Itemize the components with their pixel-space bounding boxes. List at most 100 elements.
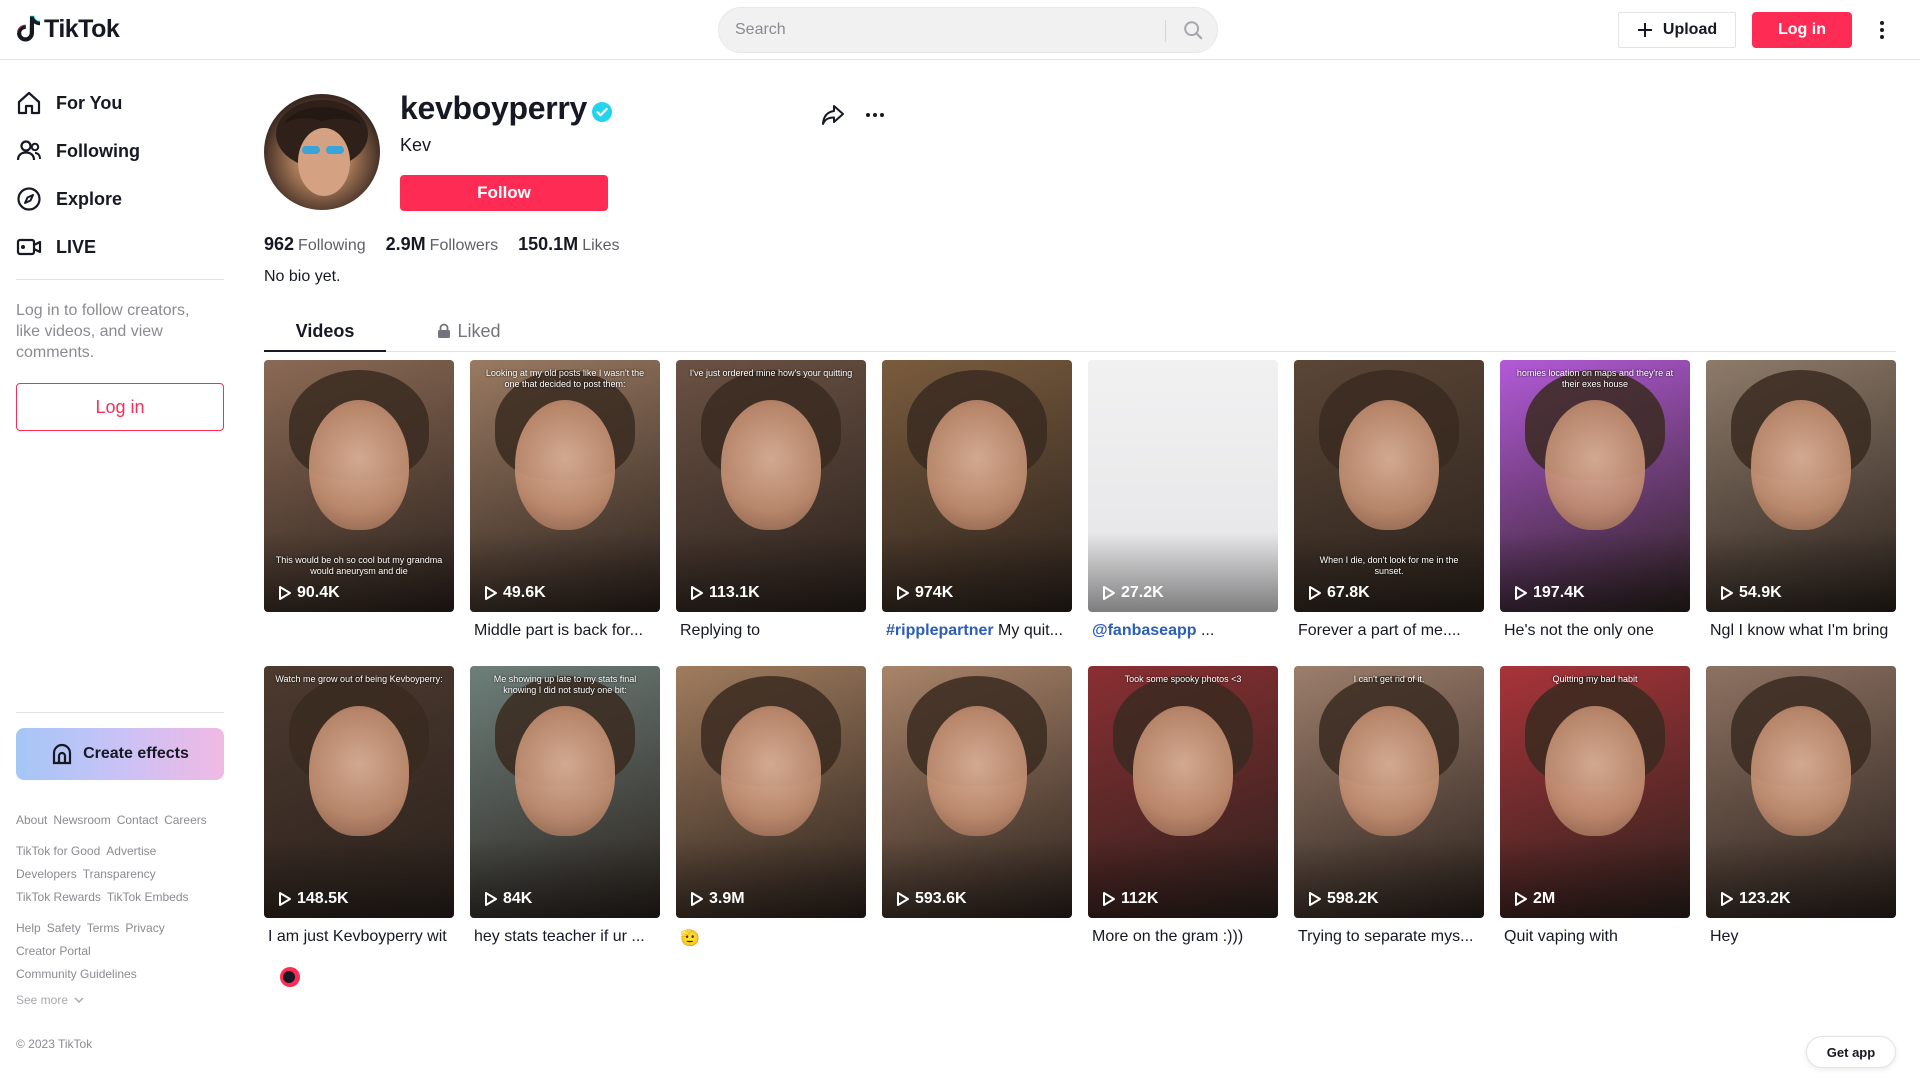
search-input[interactable] [735,8,1135,52]
video-thumbnail[interactable]: I can't get rid of it. 598.2K [1294,666,1484,918]
video-view-count: 84K [484,890,532,908]
sidebar-item-for-you[interactable]: For You [16,83,226,123]
footer-link-creator-portal[interactable]: Creator Portal [16,944,91,958]
sidebar-divider [16,712,224,713]
search-icon [1184,21,1203,40]
tab-videos[interactable]: Videos [264,312,386,350]
sidebar-item-following[interactable]: Following [16,131,226,171]
footer-link-about[interactable]: About [16,813,47,827]
upload-label: Upload [1662,21,1718,38]
video-caption[interactable]: Quit vaping with [1504,928,1688,946]
profile-tabs: Videos Liked [264,312,1896,352]
tiktok-logo[interactable]: TikTok [16,14,120,44]
profile-stats: 962 Following 2.9M Followers 150.1M Likes [264,234,620,255]
video-thumbnail[interactable]: homies location on maps and they're at t… [1500,360,1690,612]
video-thumbnail[interactable]: I've just ordered mine how's your quitti… [676,360,866,612]
video-overlay-text: This would be oh so cool but my grandma … [275,555,443,576]
video-thumbnail[interactable]: This would be oh so cool but my grandma … [264,360,454,612]
video-caption[interactable]: Middle part is back for... [474,622,658,640]
footer-link-tiktok-rewards[interactable]: TikTok Rewards [16,890,101,904]
profile-bio: No bio yet. [264,268,341,285]
profile-more-icon[interactable] [862,102,888,128]
play-icon [1515,586,1527,600]
play-icon [1103,586,1115,600]
video-thumbnail[interactable]: 54.9K [1706,360,1896,612]
video-caption[interactable]: More on the gram :))) [1092,928,1276,946]
video-caption[interactable]: I am just Kevboyperry wit [268,928,452,946]
footer-links-row: TikTok Rewards TikTok Embeds [16,890,236,904]
share-icon[interactable] [820,102,846,128]
sidebar: For You Following Explore LIVE Log in to… [0,60,240,1080]
video-caption[interactable]: hey stats teacher if ur ... [474,928,658,946]
sidebar-item-live[interactable]: LIVE [16,227,226,267]
play-icon [691,892,703,906]
play-icon [279,586,291,600]
video-thumbnail[interactable]: 974K [882,360,1072,612]
follow-button[interactable]: Follow [400,175,608,211]
caption-hashtag[interactable]: @fanbaseapp [1092,622,1197,639]
sidebar-login-button[interactable]: Log in [16,383,224,431]
play-icon [1103,892,1115,906]
footer-link-contact[interactable]: Contact [117,813,158,827]
likes-count: 150.1M [518,234,579,254]
sidebar-divider [16,279,224,280]
tab-liked[interactable]: Liked [414,312,524,350]
more-menu-icon[interactable] [1872,14,1892,46]
play-icon [1309,892,1321,906]
thumbnail-face-shape [1751,706,1851,836]
video-thumbnail[interactable]: 3.9M [676,666,866,918]
avatar-image [276,100,368,196]
view-count-value: 593.6K [915,890,967,907]
footer-link-tiktok-embeds[interactable]: TikTok Embeds [107,890,189,904]
video-caption[interactable]: He's not the only one [1504,622,1688,640]
view-count-value: 84K [503,890,533,907]
video-caption[interactable]: @fanbaseapp ... [1092,622,1276,640]
video-thumbnail[interactable]: 593.6K [882,666,1072,918]
video-thumbnail[interactable]: 27.2K [1088,360,1278,612]
caption-hashtag[interactable]: #ripplepartner [886,622,994,639]
video-caption[interactable]: 🫡 [680,928,864,948]
footer-link-transparency[interactable]: Transparency [83,867,156,881]
footer-link-privacy[interactable]: Privacy [125,921,164,935]
video-thumbnail[interactable]: Me showing up late to my stats final kno… [470,666,660,918]
footer-link-safety[interactable]: Safety [47,921,81,935]
video-thumbnail[interactable]: Took some spooky photos <3 112K [1088,666,1278,918]
play-icon [897,586,909,600]
footer-link-newsroom[interactable]: Newsroom [53,813,110,827]
sidebar-item-explore[interactable]: Explore [16,179,226,219]
video-thumbnail[interactable]: Quitting my bad habit 2M [1500,666,1690,918]
video-overlay-text: I can't get rid of it. [1353,674,1425,684]
footer-link-developers[interactable]: Developers [16,867,77,881]
followers-stat[interactable]: 2.9M Followers [386,234,499,255]
footer-link-help[interactable]: Help [16,921,41,935]
footer-links-row: Help Safety Terms Privacy [16,921,236,935]
header-login-button[interactable]: Log in [1752,12,1852,48]
video-caption[interactable]: #ripplepartner My quit... [886,622,1070,640]
following-stat[interactable]: 962 Following [264,234,366,255]
video-overlay-text: homies location on maps and they're at t… [1516,368,1674,389]
search-button[interactable] [1171,10,1215,50]
footer-link-tiktok-for-good[interactable]: TikTok for Good [16,844,100,858]
see-more-link[interactable]: See more [16,993,84,1007]
video-thumbnail[interactable]: When I die, don't look for me in the sun… [1294,360,1484,612]
video-thumbnail[interactable]: Watch me grow out of being Kevboyperry: 1… [264,666,454,918]
create-effects-button[interactable]: Create effects [16,728,224,780]
video-caption[interactable]: Trying to separate mys... [1298,928,1482,946]
footer-link-community-guidelines[interactable]: Community Guidelines [16,967,137,981]
get-app-button[interactable]: Get app [1806,1036,1896,1068]
video-caption[interactable]: Hey [1710,928,1894,946]
video-caption[interactable]: Ngl I know what I'm bring [1710,622,1894,640]
video-thumbnail[interactable]: 123.2K [1706,666,1896,918]
footer-link-advertise[interactable]: Advertise [106,844,156,858]
video-caption[interactable]: Replying to [680,622,864,640]
video-caption[interactable]: Forever a part of me.... [1298,622,1482,640]
video-overlay-text: When I die, don't look for me in the sun… [1319,555,1459,576]
video-thumbnail[interactable]: Looking at my old posts like I wasn't th… [470,360,660,612]
video-view-count: 54.9K [1720,584,1782,602]
footer-link-careers[interactable]: Careers [164,813,207,827]
thumbnail-face-shape [1339,706,1439,836]
video-view-count: 113.1K [690,584,760,602]
footer-link-terms[interactable]: Terms [87,921,120,935]
upload-button[interactable]: Upload [1618,12,1736,48]
likes-label: Likes [582,237,620,254]
